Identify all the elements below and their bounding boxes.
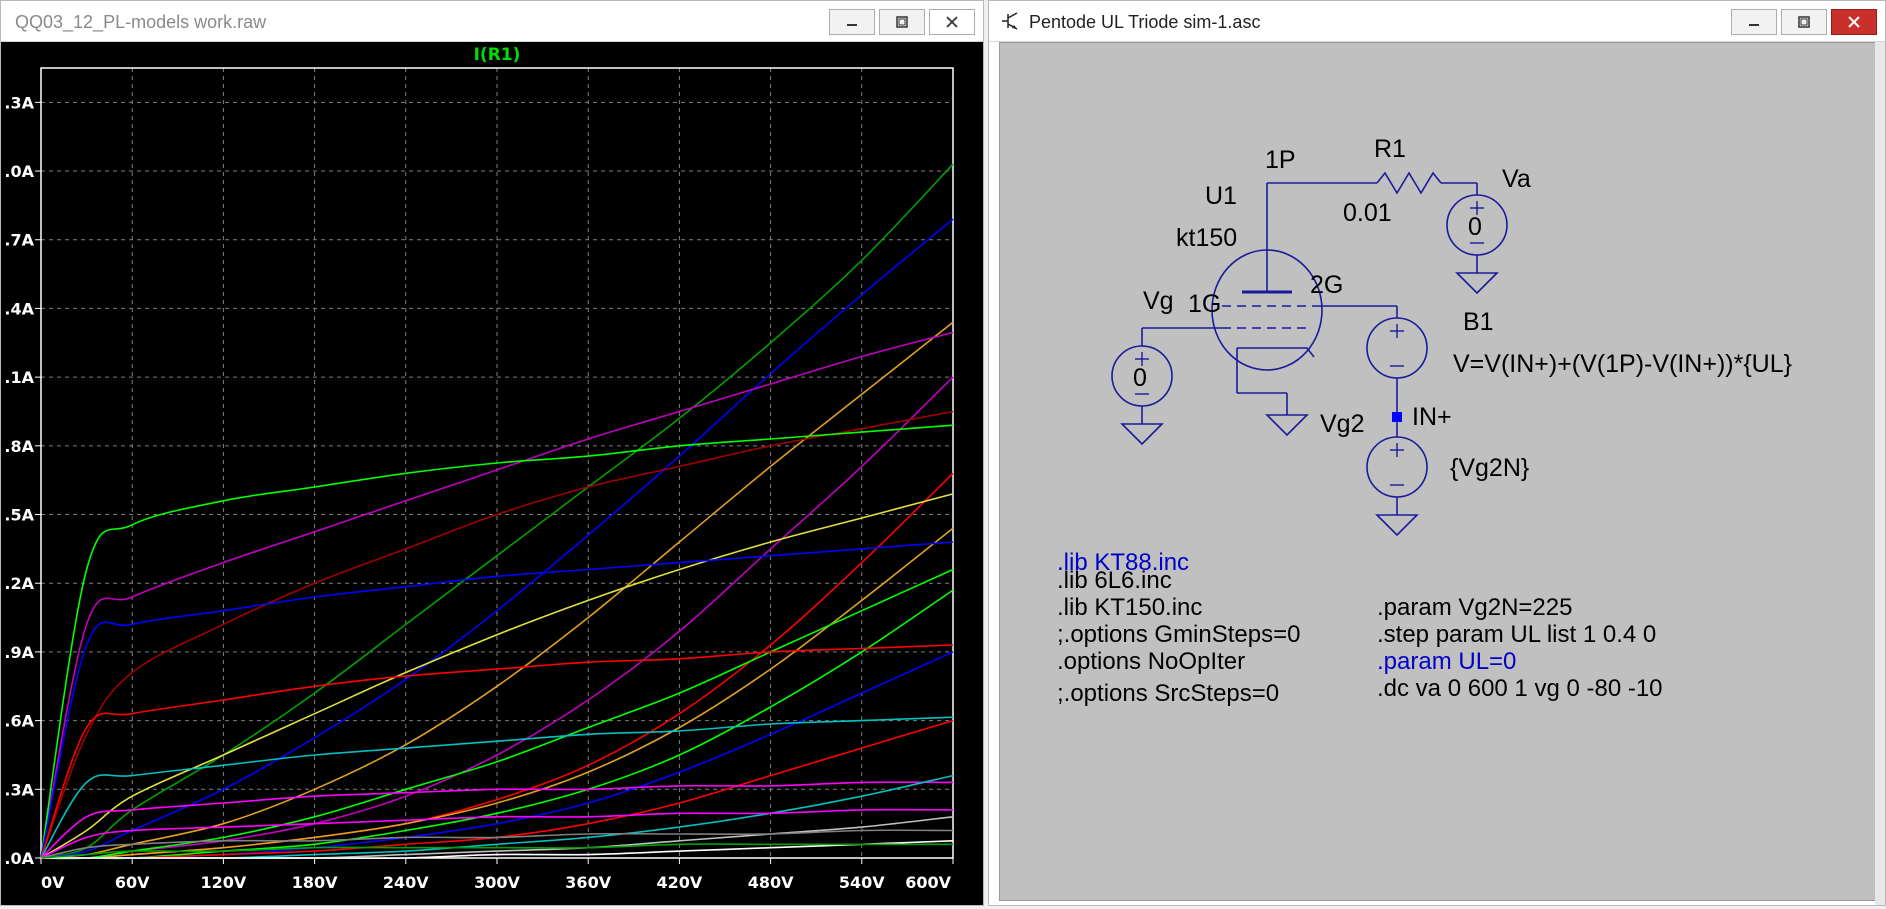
spice-directive[interactable]: .param Vg2N=225 bbox=[1377, 594, 1572, 621]
spice-directive[interactable]: .lib 6L6.inc bbox=[1057, 567, 1172, 594]
spice-directive[interactable]: .param UL=0 bbox=[1377, 648, 1516, 675]
y-tick-label: .0A bbox=[4, 849, 34, 868]
close-button[interactable] bbox=[929, 9, 975, 35]
restore-icon bbox=[1798, 16, 1810, 28]
spice-directive[interactable]: .options NoOpIter bbox=[1057, 648, 1245, 675]
waveform-window-controls bbox=[829, 9, 975, 35]
label-model[interactable]: kt150 bbox=[1176, 224, 1237, 252]
close-button[interactable] bbox=[1831, 9, 1877, 35]
series-line-8[interactable] bbox=[40, 424, 954, 859]
spice-directive[interactable]: .step param UL list 1 0.4 0 bbox=[1377, 621, 1656, 648]
x-tick-label: 240V bbox=[383, 873, 429, 892]
x-axis-ticks: 0V 60V 120V 180V 240V 300V 360V 420V 480V 540V 600… bbox=[40, 858, 954, 892]
spice-directive[interactable]: .dc va 0 600 1 vg 0 -80 -10 bbox=[1377, 675, 1663, 702]
y-tick-label: .3A bbox=[4, 780, 34, 799]
y-tick-label: .6A bbox=[4, 712, 34, 731]
x-tick-label: 420V bbox=[657, 873, 703, 892]
ground-cathode bbox=[1265, 414, 1309, 437]
label-plate-node[interactable]: 1P bbox=[1265, 146, 1296, 174]
y-tick-label: .9A bbox=[4, 643, 34, 662]
schematic-window-title: Pentode UL Triode sim-1.asc bbox=[1029, 12, 1261, 32]
x-tick-label: 0V bbox=[41, 873, 65, 892]
label-vg[interactable]: Vg bbox=[1143, 287, 1174, 315]
plot-pane[interactable]: 0V 60V 120V 180V 240V 300V 360V 420V 480V 540V 600… bbox=[1, 42, 983, 905]
resistor-r1[interactable] bbox=[1376, 171, 1442, 195]
minimize-icon bbox=[847, 24, 857, 26]
label-va-value[interactable]: 0 bbox=[1468, 213, 1482, 241]
x-tick-label: 360V bbox=[565, 873, 611, 892]
y-tick-label: .5A bbox=[4, 506, 34, 525]
waveform-titlebar[interactable]: QQ03_12_PL-models work.raw bbox=[1, 1, 983, 42]
ground-vg bbox=[1120, 423, 1164, 446]
minimize-icon bbox=[1749, 24, 1759, 26]
y-axis-ticks: .0A .3A .6A .9A .2A .5A .8A .1A .4A .7A .0A .3A bbox=[4, 93, 41, 868]
x-tick-label: 480V bbox=[748, 873, 794, 892]
ground-va bbox=[1455, 272, 1499, 295]
y-tick-label: .8A bbox=[4, 437, 34, 456]
label-vg2-value[interactable]: {Vg2N} bbox=[1450, 454, 1529, 482]
label-screen-node[interactable]: 2G bbox=[1310, 271, 1343, 299]
waveform-window-title: QQ03_12_PL-models work.raw bbox=[15, 12, 267, 32]
vertical-scrollbar[interactable] bbox=[1875, 42, 1885, 905]
minimize-button[interactable] bbox=[829, 9, 875, 35]
spice-directive[interactable]: .lib KT150.inc bbox=[1057, 594, 1202, 621]
y-tick-label: .2A bbox=[4, 574, 34, 593]
close-icon bbox=[1848, 16, 1860, 28]
label-va[interactable]: Va bbox=[1502, 165, 1531, 193]
label-b1[interactable]: B1 bbox=[1463, 308, 1494, 336]
label-r1[interactable]: R1 bbox=[1374, 135, 1406, 163]
schematic-titlebar[interactable]: Pentode UL Triode sim-1.asc bbox=[989, 1, 1885, 42]
x-tick-label: 540V bbox=[839, 873, 885, 892]
label-r1-value[interactable]: 0.01 bbox=[1343, 199, 1392, 227]
y-tick-label: .1A bbox=[4, 368, 34, 387]
series-line-5[interactable] bbox=[40, 376, 954, 860]
x-tick-label: 120V bbox=[201, 873, 247, 892]
restore-button[interactable] bbox=[1781, 9, 1827, 35]
y-tick-label: .7A bbox=[4, 231, 34, 250]
schematic-canvas[interactable]: U1 kt150 1P 1G 2G R1 0.01 Va 0 Vg 0 B1 V… bbox=[999, 42, 1879, 901]
ground-vg2 bbox=[1375, 514, 1419, 537]
spice-directive[interactable]: ;.options SrcSteps=0 bbox=[1057, 680, 1279, 707]
schematic-window: Pentode UL Triode sim-1.asc U1 kt150 1P … bbox=[988, 0, 1886, 906]
restore-button[interactable] bbox=[879, 9, 925, 35]
transistor-icon bbox=[1002, 12, 1018, 30]
spice-directive[interactable]: ;.options GminSteps=0 bbox=[1057, 621, 1300, 648]
label-b1-expression[interactable]: V=V(IN+)+(V(1P)-V(IN+))*{UL} bbox=[1453, 350, 1792, 378]
trace-label[interactable]: I(R1) bbox=[474, 45, 521, 65]
spice-directives-left: .lib KT88.inc.lib 6L6.inc.lib KT150.inc;… bbox=[1057, 549, 1300, 707]
schematic-window-controls bbox=[1731, 9, 1877, 35]
schematic-drawing[interactable]: U1 kt150 1P 1G 2G R1 0.01 Va 0 Vg 0 B1 V… bbox=[1000, 43, 1878, 900]
label-vg2[interactable]: Vg2 bbox=[1320, 410, 1364, 438]
series-line-7[interactable] bbox=[40, 472, 954, 860]
series-line-4[interactable] bbox=[40, 331, 954, 859]
x-tick-label: 600V bbox=[905, 873, 951, 892]
net-junction-in-plus[interactable] bbox=[1392, 412, 1402, 422]
waveform-chart[interactable]: 0V 60V 120V 180V 240V 300V 360V 420V 480V 540V 600… bbox=[1, 42, 983, 905]
label-grid-node[interactable]: 1G bbox=[1188, 290, 1221, 318]
spice-directives-right: .param Vg2N=225.step param UL list 1 0.4… bbox=[1377, 594, 1663, 702]
x-tick-label: 300V bbox=[474, 873, 520, 892]
y-tick-label: .4A bbox=[4, 299, 34, 318]
label-in-plus[interactable]: IN+ bbox=[1412, 403, 1452, 431]
x-tick-label: 60V bbox=[115, 873, 150, 892]
y-tick-label: .3A bbox=[4, 93, 34, 112]
y-tick-label: .0A bbox=[4, 162, 34, 181]
label-u1[interactable]: U1 bbox=[1205, 182, 1237, 210]
minimize-button[interactable] bbox=[1731, 9, 1777, 35]
label-vg-value[interactable]: 0 bbox=[1133, 364, 1147, 392]
close-icon bbox=[946, 16, 958, 28]
waveform-window: QQ03_12_PL-models work.raw 0V 60V 120V 180V… bbox=[0, 0, 984, 906]
x-tick-label: 180V bbox=[292, 873, 338, 892]
restore-icon bbox=[896, 16, 908, 28]
